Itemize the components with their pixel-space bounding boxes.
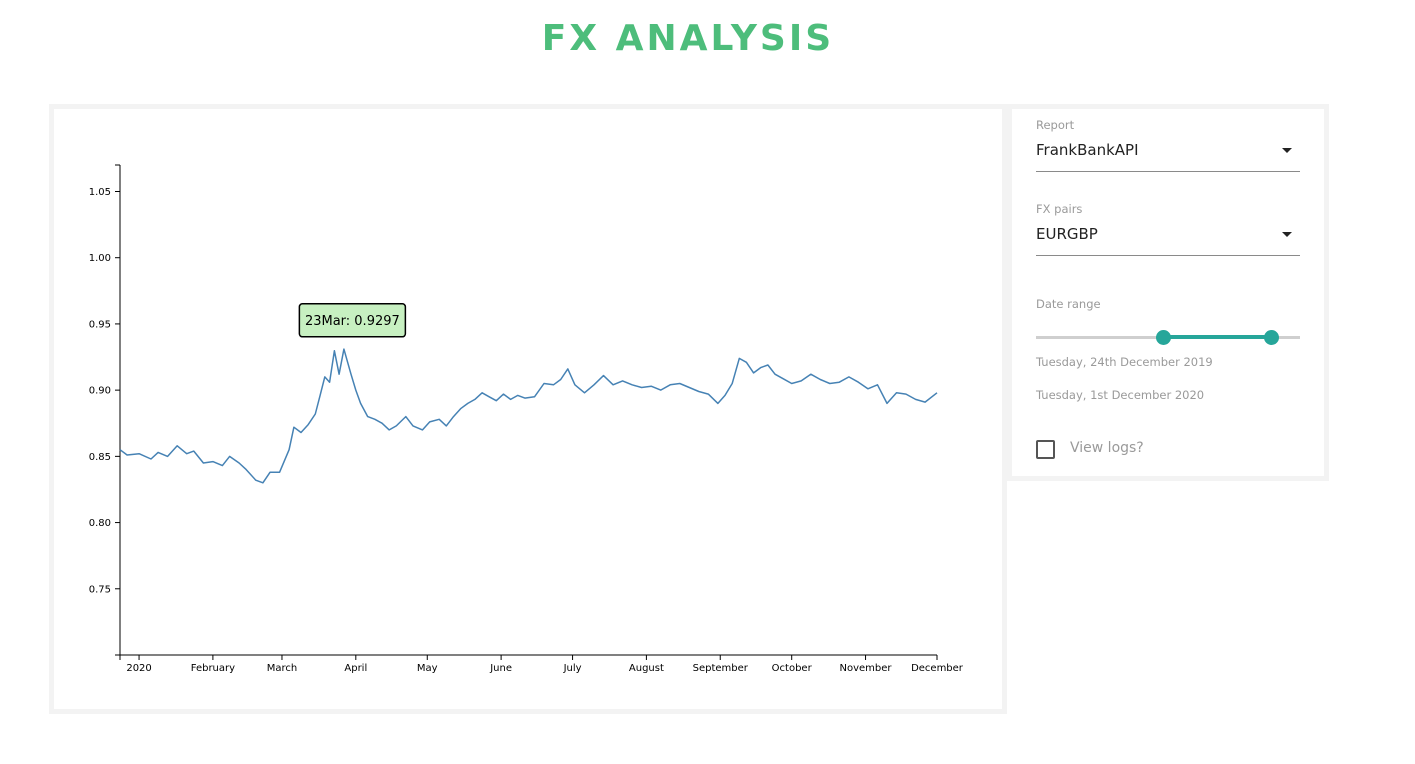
chevron-down-icon	[1282, 232, 1292, 237]
controls-panel: Report FrankBankAPI FX pairs EURGBP Date…	[1007, 104, 1329, 481]
x-tick-label: May	[417, 663, 438, 674]
date-range-start: Tuesday, 24th December 2019	[1036, 355, 1213, 369]
chart-panel: 0.75 0.80 0.85 0.90 0.95 1.00 1.05 2020 February…	[49, 104, 1007, 714]
report-label: Report	[1036, 118, 1075, 132]
page-title: FX ANALYSIS	[541, 18, 835, 59]
series-line[interactable]	[119, 348, 938, 484]
x-tick-label: October	[772, 663, 813, 674]
fx-pairs-label: FX pairs	[1036, 202, 1083, 216]
x-tick-label: December	[911, 663, 964, 674]
view-logs-checkbox[interactable]: View logs?	[1036, 438, 1236, 460]
slider-end-handle[interactable]	[1263, 330, 1279, 345]
x-tick-label: February	[191, 663, 235, 674]
date-range-slider[interactable]	[1036, 323, 1300, 353]
x-tick-label: August	[629, 663, 664, 674]
tooltip-text: 23Mar: 0.9297	[305, 314, 400, 329]
view-logs-label: View logs?	[1070, 440, 1144, 456]
x-tick-label: November	[840, 663, 893, 674]
x-tick-label: June	[489, 663, 512, 674]
slider-selected-track	[1162, 335, 1271, 339]
date-range-label: Date range	[1036, 297, 1101, 311]
x-tick-label: April	[344, 663, 367, 674]
y-tick-label: 0.95	[89, 319, 111, 330]
y-tick-label: 0.80	[89, 518, 111, 529]
x-tick-label: March	[267, 663, 297, 674]
chevron-down-icon	[1282, 148, 1292, 153]
fx-line-chart[interactable]: 0.75 0.80 0.85 0.90 0.95 1.00 1.05 2020 February…	[54, 109, 1002, 709]
x-tick-label: 2020	[126, 663, 151, 674]
report-select-value: FrankBankAPI	[1036, 141, 1139, 159]
slider-start-handle[interactable]	[1155, 330, 1171, 345]
y-tick-label: 0.85	[89, 452, 111, 463]
checkbox-icon[interactable]	[1036, 440, 1055, 459]
y-tick-label: 1.05	[89, 187, 111, 198]
y-tick-label: 0.90	[89, 386, 111, 397]
date-range-end: Tuesday, 1st December 2020	[1036, 388, 1205, 402]
y-tick-label: 1.00	[89, 253, 111, 264]
x-tick-label: September	[693, 663, 749, 674]
y-tick-label: 0.75	[89, 584, 111, 595]
fx-pairs-select-value: EURGBP	[1036, 225, 1098, 243]
fx-pairs-select[interactable]: EURGBP	[1036, 215, 1300, 256]
x-tick-label: July	[563, 663, 582, 674]
report-select[interactable]: FrankBankAPI	[1036, 131, 1300, 172]
